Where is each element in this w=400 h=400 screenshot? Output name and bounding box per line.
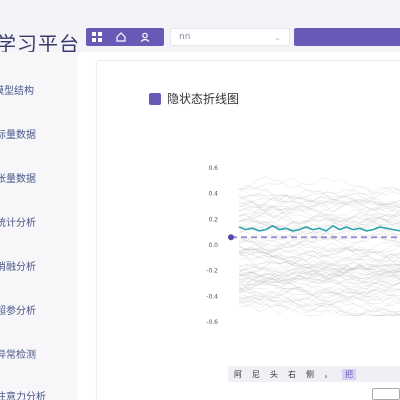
- card-title: 隐状态折线图: [149, 90, 239, 107]
- token[interactable]: 头: [270, 369, 278, 380]
- slider-widget[interactable]: [372, 388, 400, 400]
- token-bar: 阿 尼 头 右 侧 ， 把: [228, 366, 400, 382]
- token[interactable]: 右: [288, 369, 296, 380]
- model-select-value: nn: [179, 32, 191, 42]
- top-header: 学习平台 nn ⌄: [0, 0, 400, 56]
- sidebar: 模型结构 标量数据 张量数据 统计分析 消融分析 超参分析 异常检测 注意力分析: [0, 52, 78, 400]
- sidebar-item-scalar-data[interactable]: 标量数据: [0, 126, 36, 141]
- title-marker: [149, 92, 161, 105]
- sidebar-item-model-structure[interactable]: 模型结构: [0, 82, 34, 97]
- action-button[interactable]: [294, 28, 400, 46]
- y-tick-label: 0.2: [208, 216, 218, 223]
- y-tick-label: 0.0: [208, 242, 218, 249]
- model-select[interactable]: nn ⌄: [170, 28, 290, 46]
- sidebar-item-attention[interactable]: 注意力分析: [0, 388, 46, 400]
- y-tick-label: -0.2: [206, 268, 218, 275]
- token[interactable]: 尼: [252, 369, 260, 380]
- y-tick-label: 0.4: [208, 191, 218, 198]
- background-series-line: [238, 230, 400, 259]
- sidebar-item-hyperparam[interactable]: 超参分析: [0, 302, 36, 317]
- y-tick-label: -0.4: [206, 293, 218, 300]
- card-title-text: 隐状态折线图: [167, 92, 240, 106]
- token[interactable]: 阿: [234, 369, 242, 380]
- hidden-state-line-chart[interactable]: 0.6 0.4 0.2 0.0 -0.2 -0.4 -0.6: [96, 140, 400, 360]
- token[interactable]: 侧: [306, 369, 314, 380]
- grid-icon[interactable]: [90, 30, 104, 44]
- sidebar-item-ablation[interactable]: 消融分析: [0, 258, 36, 273]
- background-series-line: [238, 177, 400, 194]
- background-series-line: [238, 198, 400, 218]
- reference-point: [228, 234, 234, 241]
- y-tick-label: -0.6: [206, 319, 218, 326]
- toolbar: [86, 28, 164, 46]
- sidebar-item-tensor-data[interactable]: 张量数据: [0, 170, 36, 185]
- chevron-down-icon: ⌄: [274, 32, 281, 42]
- home-icon[interactable]: [114, 30, 128, 44]
- sidebar-item-anomaly[interactable]: 异常检测: [0, 346, 36, 361]
- user-icon[interactable]: [138, 30, 152, 44]
- token[interactable]: ，: [324, 369, 332, 380]
- sidebar-item-statistics[interactable]: 统计分析: [0, 214, 36, 229]
- token-highlighted[interactable]: 把: [342, 368, 356, 380]
- y-tick-label: 0.6: [208, 165, 218, 172]
- background-series-line: [238, 282, 400, 302]
